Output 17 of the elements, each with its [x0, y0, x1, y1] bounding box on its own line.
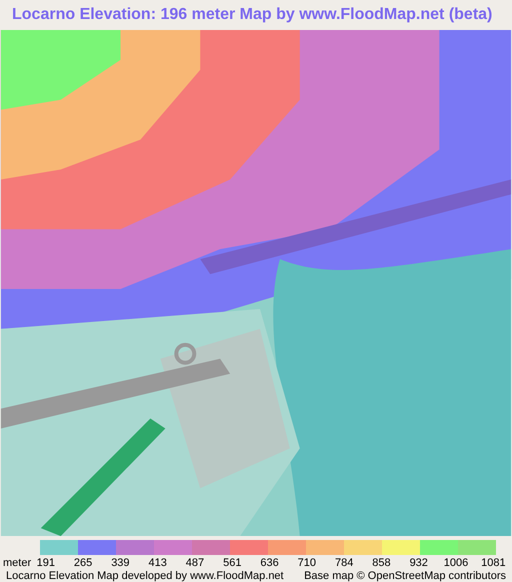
legend-label: 858 — [372, 558, 391, 569]
legend-label: 784 — [334, 558, 354, 569]
legend-label: 1081 — [481, 558, 506, 569]
legend-label: 191 — [36, 558, 55, 569]
map-title: Locarno Elevation: 196 meter Map by www.FloodMap.net (beta) — [12, 4, 492, 25]
legend-unit: meter — [3, 558, 32, 569]
credit-text: Locarno Elevation Map developed by www.FloodMap.net — [6, 571, 284, 582]
legend-label: 636 — [260, 558, 279, 569]
legend-label: 339 — [111, 558, 130, 569]
legend-label: 561 — [223, 558, 242, 569]
legend-label: 1006 — [444, 558, 468, 569]
legend-label: 487 — [186, 558, 204, 569]
legend-label: 932 — [410, 558, 428, 569]
attribution-text: Base map © OpenStreetMap contributors — [304, 571, 506, 582]
legend-label: 413 — [148, 558, 167, 569]
legend-label: 265 — [74, 558, 92, 569]
legend-label: 710 — [298, 558, 316, 569]
